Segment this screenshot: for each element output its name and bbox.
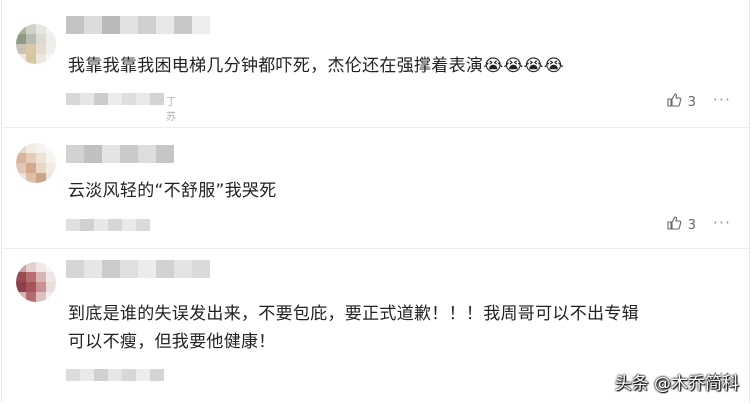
more-dots-icon[interactable]: ··· (713, 213, 731, 232)
more-dots-icon[interactable]: ··· (713, 90, 731, 109)
username-blurred[interactable] (66, 260, 210, 278)
like-count: 3 (687, 217, 696, 233)
comment-meta-tail: 丁苏 (166, 97, 176, 123)
comment-text: 云淡风轻的“不舒服”我哭死 (68, 181, 277, 201)
like-button[interactable]: 3 (666, 92, 696, 112)
like-button[interactable]: 3 (666, 215, 696, 235)
comment-meta-blurred (66, 218, 150, 232)
comment-text-line: 到底是谁的失误发出来，不要包庇，要正式道歉！！！我周哥可以不出专辑 (68, 304, 639, 324)
comment-item: 云淡风轻的“不舒服”我哭死 3 ··· (2, 127, 749, 249)
comment-text: 到底是谁的失误发出来，不要包庇，要正式道歉！！！我周哥可以不出专辑 可以不瘦，但… (68, 300, 729, 356)
comment-text: 我靠我靠我困电梯几分钟都吓死，杰伦还在强撑着表演😭😭😭😭 (68, 56, 564, 76)
comment-meta-blurred: 丁苏 (66, 92, 180, 123)
thumbs-up-icon (666, 215, 682, 235)
like-count: 3 (687, 94, 696, 110)
avatar[interactable] (16, 262, 56, 302)
username-blurred[interactable] (66, 145, 174, 163)
watermark: 头条 @木乔简科 (614, 374, 739, 394)
avatar[interactable] (16, 24, 56, 64)
comment-text-line: 可以不瘦，但我要他健康！ (68, 332, 276, 352)
thumbs-up-icon (666, 92, 682, 112)
comment-list: 我靠我靠我困电梯几分钟都吓死，杰伦还在强撑着表演😭😭😭😭 丁苏 3 ··· 云淡… (1, 0, 750, 402)
comment-item: 我靠我靠我困电梯几分钟都吓死，杰伦还在强撑着表演😭😭😭😭 丁苏 3 ··· (2, 0, 749, 128)
username-blurred[interactable] (66, 16, 210, 34)
comment-meta-blurred (66, 368, 164, 382)
avatar[interactable] (16, 143, 56, 183)
